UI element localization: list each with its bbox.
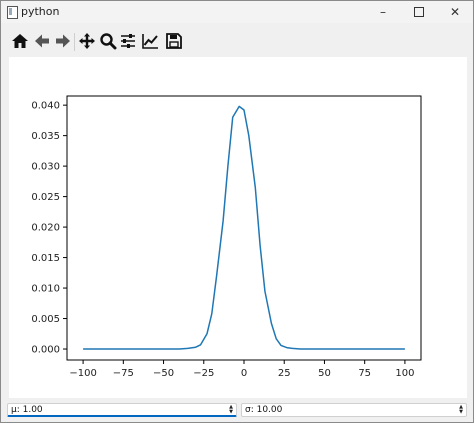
y-tick-label: 0.035 [31,131,60,142]
mu-spinbox[interactable]: µ: 1.00 ▲ ▼ [7,403,237,417]
maximize-icon [414,7,424,17]
home-button[interactable] [9,30,31,52]
mu-value: µ: 1.00 [11,405,43,415]
save-icon [166,33,182,49]
y-tick-label: 0.025 [31,192,60,203]
configure-subplots-button[interactable] [117,30,139,52]
zoom-button[interactable] [97,30,119,52]
line-chart[interactable]: −100 −75 −50 −25 0 25 50 75 100 0.000 0.005 0.010 0.… [9,57,467,398]
forward-button[interactable] [52,30,74,52]
y-tick-label: 0.015 [31,253,60,264]
pan-icon [79,33,95,49]
x-tick-label: −75 [113,368,134,379]
y-tick-label: 0.020 [31,223,60,234]
app-icon [7,6,18,19]
zoom-icon [100,33,117,50]
x-tick-label: −25 [193,368,214,379]
edit-axis-button[interactable] [139,30,161,52]
y-tick-label: 0.000 [31,345,60,356]
sigma-spinbox[interactable]: σ: 10.00 ▲ ▼ [241,403,467,417]
toolbar-separator [74,33,75,51]
window-title: python [21,5,60,18]
x-tick-label: 25 [278,368,291,379]
forward-arrow-icon [56,34,70,48]
pan-button[interactable] [76,30,98,52]
x-tick-label: −50 [153,368,174,379]
home-icon [12,34,28,48]
axes-frame [66,95,422,361]
x-tick-label: 0 [241,368,247,379]
maximize-button[interactable] [401,1,437,23]
minimize-button[interactable]: – [365,1,401,23]
sigma-spin-arrows[interactable]: ▲ ▼ [457,405,465,415]
spin-down-icon[interactable]: ▼ [229,410,233,415]
y-tick-label: 0.010 [31,284,60,295]
figure-canvas[interactable]: −100 −75 −50 −25 0 25 50 75 100 0.000 0.005 0.010 0.… [9,57,467,398]
title-bar[interactable]: python – ✕ [1,1,473,23]
mu-spin-arrows[interactable]: ▲ ▼ [227,405,235,415]
close-icon: ✕ [449,5,461,19]
y-tick-label: 0.005 [31,314,60,325]
configure-subplots-icon [121,34,135,48]
sigma-value: σ: 10.00 [245,405,283,415]
x-tick-label: −100 [69,368,96,379]
y-tick-label: 0.030 [31,162,60,173]
spin-down-icon[interactable]: ▼ [459,410,463,415]
back-button[interactable] [31,30,53,52]
edit-axis-icon [142,34,158,49]
navigation-toolbar [1,29,473,55]
x-tick-label: 50 [318,368,331,379]
series-line [83,105,405,350]
minimize-icon: – [380,5,386,19]
x-tick-label: 100 [395,368,414,379]
save-button[interactable] [163,30,185,52]
close-button[interactable]: ✕ [437,1,473,23]
x-tick-label: 75 [358,368,371,379]
back-arrow-icon [35,34,49,48]
app-window: python – ✕ −100 −75 −50 −25 0 25 50 75 1… [0,0,474,423]
y-tick-label: 0.040 [31,101,60,112]
parameter-bar: µ: 1.00 ▲ ▼ σ: 10.00 ▲ ▼ [1,401,473,421]
